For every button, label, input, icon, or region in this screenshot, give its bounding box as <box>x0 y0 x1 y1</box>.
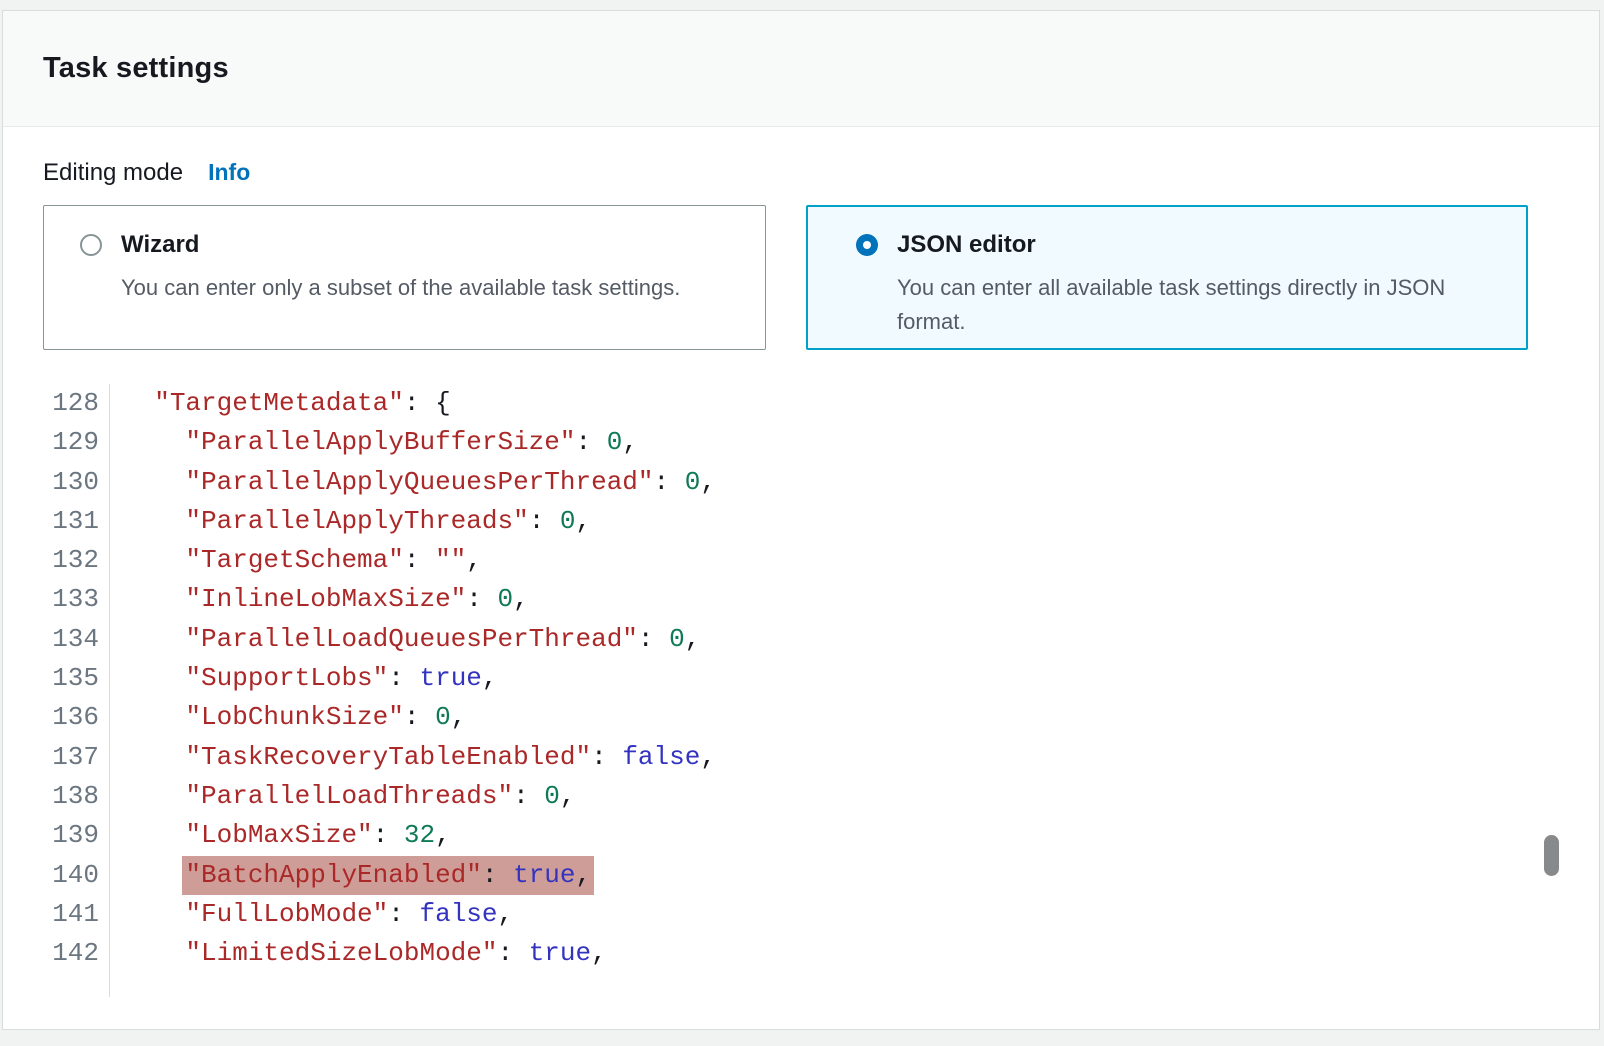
wizard-option-header: Wizard <box>80 231 737 259</box>
gutter-stub <box>43 973 1559 997</box>
code-line[interactable]: 136 "LobChunkSize": 0, <box>43 698 1559 737</box>
wizard-option-label: Wizard <box>121 231 199 259</box>
code-text: "LobMaxSize": 32, <box>110 816 451 855</box>
json-editor-option-description: You can enter all available task setting… <box>897 271 1489 339</box>
code-text: "TaskRecoveryTableEnabled": false, <box>110 738 716 777</box>
line-number: 130 <box>43 463 110 502</box>
json-editor-option-card[interactable]: JSON editor You can enter all available … <box>806 205 1528 350</box>
line-number: 132 <box>43 541 110 580</box>
scrollbar-thumb[interactable] <box>1544 835 1559 876</box>
code-text: "InlineLobMaxSize": 0, <box>110 580 529 619</box>
json-editor-radio-button[interactable] <box>856 234 878 256</box>
line-number: 128 <box>43 384 110 423</box>
code-text: "ParallelApplyThreads": 0, <box>110 502 591 541</box>
code-line[interactable]: 134 "ParallelLoadQueuesPerThread": 0, <box>43 620 1559 659</box>
code-line[interactable]: 139 "LobMaxSize": 32, <box>43 816 1559 855</box>
code-line[interactable]: 128 "TargetMetadata": { <box>43 384 1559 423</box>
code-line[interactable]: 140 "BatchApplyEnabled": true, <box>43 856 1559 895</box>
wizard-option-description: You can enter only a subset of the avail… <box>121 271 737 305</box>
code-text: "TargetMetadata": { <box>110 384 451 423</box>
code-text: "SupportLobs": true, <box>110 659 498 698</box>
code-line[interactable]: 142 "LimitedSizeLobMode": true, <box>43 934 1559 973</box>
code-line[interactable]: 137 "TaskRecoveryTableEnabled": false, <box>43 738 1559 777</box>
code-line[interactable]: 138 "ParallelLoadThreads": 0, <box>43 777 1559 816</box>
line-number: 136 <box>43 698 110 737</box>
line-number: 139 <box>43 816 110 855</box>
code-line[interactable]: 132 "TargetSchema": "", <box>43 541 1559 580</box>
line-number: 141 <box>43 895 110 934</box>
code-line[interactable]: 130 "ParallelApplyQueuesPerThread": 0, <box>43 463 1559 502</box>
line-number: 131 <box>43 502 110 541</box>
line-number: 129 <box>43 423 110 462</box>
line-number: 135 <box>43 659 110 698</box>
panel-header: Task settings <box>3 11 1599 127</box>
code-text: "ParallelApplyQueuesPerThread": 0, <box>110 463 716 502</box>
code-line[interactable]: 135 "SupportLobs": true, <box>43 659 1559 698</box>
code-text: "LobChunkSize": 0, <box>110 698 466 737</box>
json-editor-option-header: JSON editor <box>856 231 1498 259</box>
match-highlight: "BatchApplyEnabled": true, <box>182 856 594 895</box>
task-settings-panel: Task settings Editing mode Info Wizard Y… <box>2 10 1600 1030</box>
code-text: "FullLobMode": false, <box>110 895 513 934</box>
code-text: "ParallelLoadThreads": 0, <box>110 777 576 816</box>
info-link[interactable]: Info <box>208 159 250 186</box>
code-line[interactable]: 129 "ParallelApplyBufferSize": 0, <box>43 423 1559 462</box>
line-number: 137 <box>43 738 110 777</box>
code-line[interactable]: 133 "InlineLobMaxSize": 0, <box>43 580 1559 619</box>
code-text: "TargetSchema": "", <box>110 541 482 580</box>
wizard-radio-button[interactable] <box>80 234 102 256</box>
editing-mode-row: Editing mode Info <box>43 159 1559 187</box>
code-text: "ParallelLoadQueuesPerThread": 0, <box>110 620 700 659</box>
editing-mode-label: Editing mode <box>43 159 183 187</box>
page-title: Task settings <box>43 52 229 85</box>
code-line[interactable]: 131 "ParallelApplyThreads": 0, <box>43 502 1559 541</box>
code-line[interactable]: 141 "FullLobMode": false, <box>43 895 1559 934</box>
code-text: "BatchApplyEnabled": true, <box>110 856 594 895</box>
panel-body: Editing mode Info Wizard You can enter o… <box>3 127 1599 997</box>
line-number: 133 <box>43 580 110 619</box>
editing-mode-options: Wizard You can enter only a subset of th… <box>43 205 1559 350</box>
code-lines: 128 "TargetMetadata": {129 "ParallelAppl… <box>43 384 1559 973</box>
line-number: 138 <box>43 777 110 816</box>
line-number: 142 <box>43 934 110 973</box>
line-number: 140 <box>43 856 110 895</box>
wizard-option-card[interactable]: Wizard You can enter only a subset of th… <box>43 205 766 350</box>
json-editor-option-label: JSON editor <box>897 231 1036 259</box>
code-text: "LimitedSizeLobMode": true, <box>110 934 607 973</box>
json-code-editor[interactable]: 128 "TargetMetadata": {129 "ParallelAppl… <box>43 384 1559 997</box>
code-text: "ParallelApplyBufferSize": 0, <box>110 423 638 462</box>
line-number: 134 <box>43 620 110 659</box>
